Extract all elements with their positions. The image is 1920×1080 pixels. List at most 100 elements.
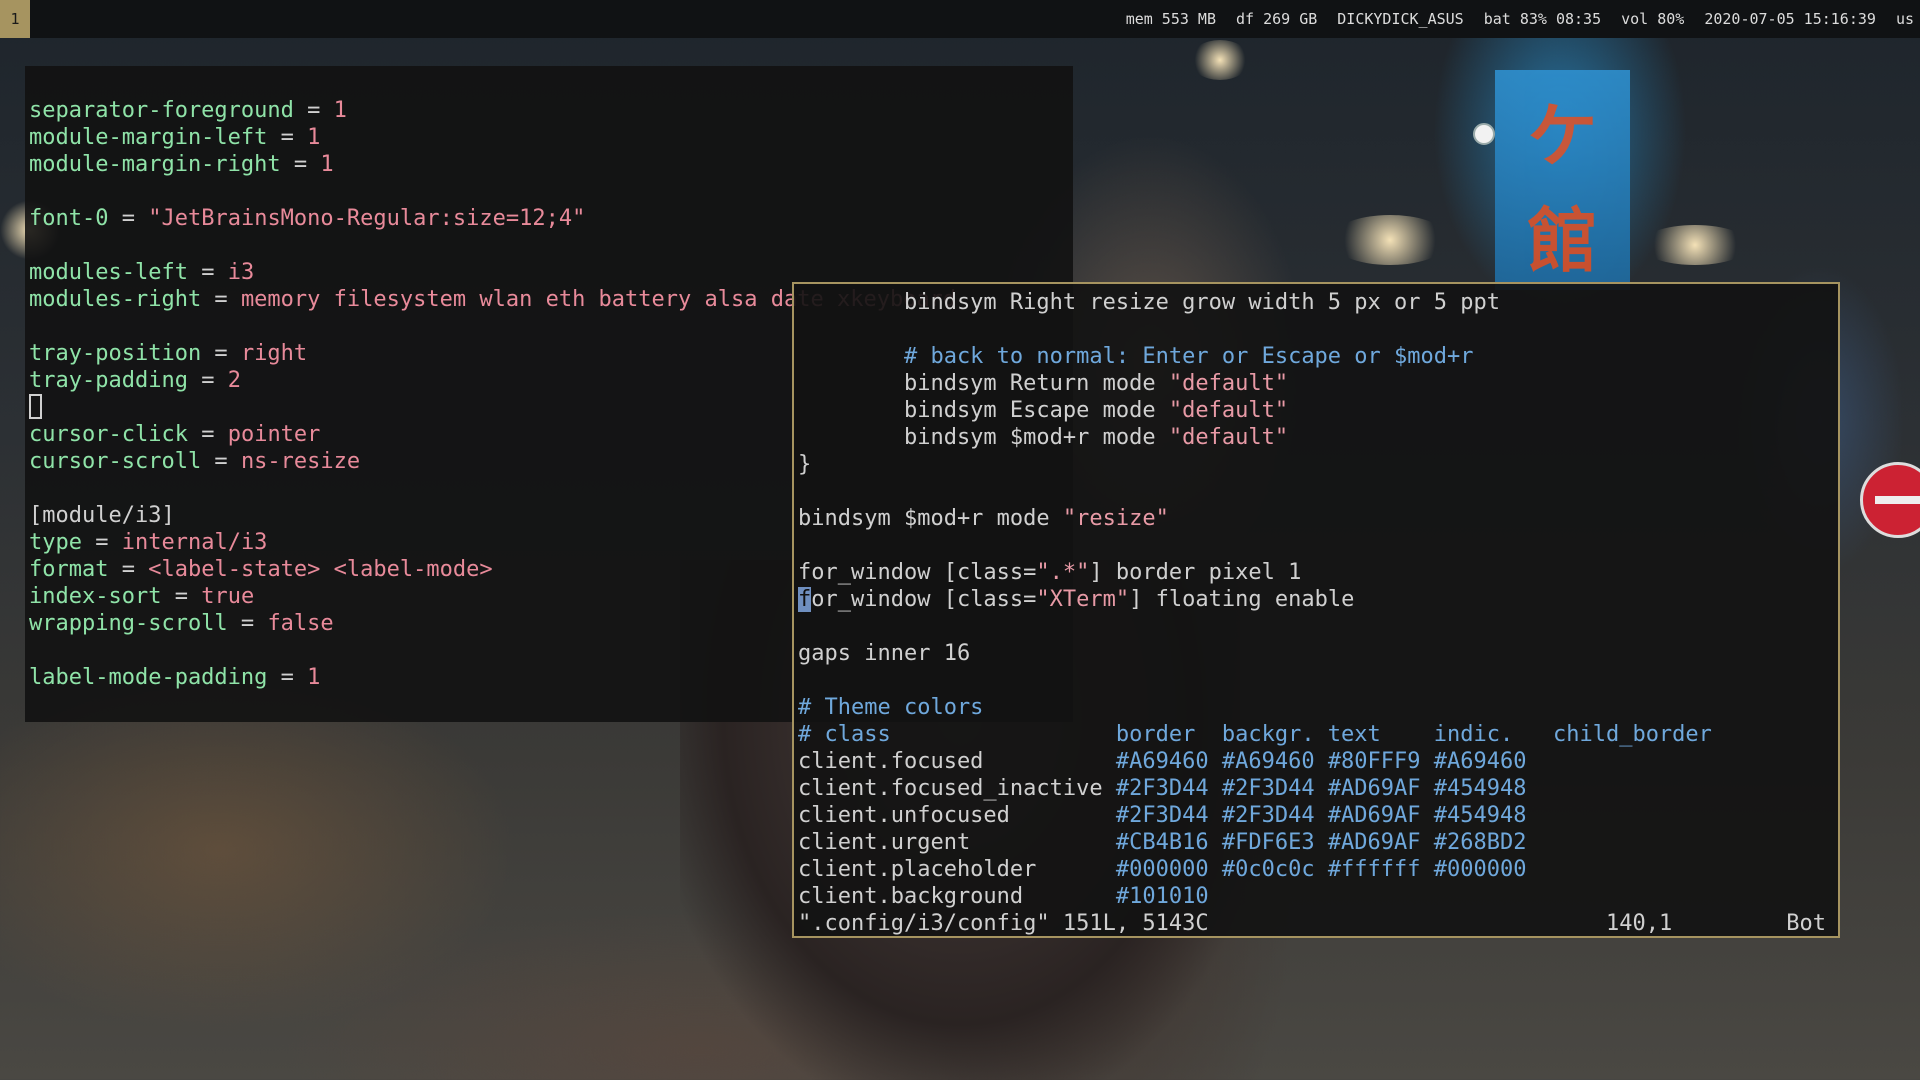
config-equals: = [201,341,241,366]
config-value: false [267,611,334,636]
code-text: bindsym $mod+r mode [798,506,1063,531]
config-value: true [201,584,255,609]
config-key: format [29,557,109,582]
workspace-button-1[interactable]: 1 [0,0,30,38]
code-line: client.background #101010 [798,883,1838,910]
color-values: #2F3D44 #2F3D44 #AD69AF #454948 [1115,803,1527,828]
code-line: } [798,451,1838,478]
code-line: module-margin-left = 1 [29,124,1073,151]
wallpaper-light [1330,215,1450,265]
config-value: 1 [333,98,347,123]
wallpaper-light [1190,40,1250,80]
code-line: for_window [class=".*"] border pixel 1 [798,559,1838,586]
config-value: 2 [227,368,241,393]
config-equals: = [187,368,228,393]
config-value: i3 [227,260,255,285]
code-line: client.focused #A69460 #A69460 #80FFF9 #… [798,748,1838,775]
code-string: "XTerm" [1036,587,1130,612]
vim-buffer[interactable]: bindsym Right resize grow width 5 px or … [798,289,1838,910]
config-equals: = [293,98,334,123]
vim-file-info: ".config/i3/config" 151L, 5143C [798,911,1209,936]
code-text: bindsym Escape mode [798,398,1169,423]
config-equals: = [108,206,149,231]
status-module: 2020-07-05 15:16:39 [1704,10,1876,28]
code-text: for_window [class= [798,560,1037,585]
code-string: "default" [1168,425,1289,450]
code-line: gaps inner 16 [798,640,1838,667]
code-text: client.focused_inactive [798,776,1116,801]
code-text: client.placeholder [798,857,1116,882]
code-comment: # class border backgr. text indic. child… [798,722,1712,747]
code-line: bindsym Right resize grow width 5 px or … [798,289,1838,316]
code-text: ] floating enable [1129,587,1355,612]
status-module: df 269 GB [1236,10,1318,28]
config-key: wrapping-scroll [29,611,228,636]
config-value: ns-resize [240,449,361,474]
code-text: client.background [798,884,1116,909]
config-key: tray-position [29,341,202,366]
code-string: "default" [1168,371,1289,396]
vim-scroll-indicator: Bot [1786,911,1826,936]
color-values: #000000 #0c0c0c #ffffff #000000 [1115,857,1527,882]
config-equals: = [227,611,268,636]
code-text: gaps inner 16 [798,641,971,666]
color-values: #2F3D44 #2F3D44 #AD69AF #454948 [1115,776,1527,801]
config-value: "JetBrainsMono-Regular:size=12;4" [148,206,586,231]
terminal-window-i3-config[interactable]: bindsym Right resize grow width 5 px or … [792,282,1840,938]
config-equals: = [201,449,241,474]
config-key: font-0 [29,206,109,231]
color-values: #101010 [1115,884,1209,909]
code-line: # Theme colors [798,694,1838,721]
code-string: "default" [1168,398,1289,423]
sign-char-2: 館 [1527,200,1598,282]
status-bar: 1 mem 553 MB df 269 GB DICKYDICK_ASUS bat 8… [0,0,1920,38]
code-line: client.focused_inactive #2F3D44 #2F3D44 … [798,775,1838,802]
config-key: modules-right [29,287,202,312]
code-comment: # back to normal: Enter or Escape or $mo… [798,344,1474,369]
code-line: bindsym Escape mode "default" [798,397,1838,424]
color-values: #A69460 #A69460 #80FFF9 #A69460 [1115,749,1527,774]
code-line: client.placeholder #000000 #0c0c0c #ffff… [798,856,1838,883]
config-equals: = [187,422,228,447]
config-value: pointer [227,422,321,447]
config-equals: = [280,152,321,177]
config-equals: = [267,125,308,150]
no-entry-sign-icon [1860,462,1920,538]
text-cursor: f [798,587,812,612]
wallpaper-moon [1473,123,1495,145]
code-text: bindsym $mod+r mode [798,425,1169,450]
vim-cursor-position: 140,1 [1606,911,1673,936]
config-value: 1 [320,152,334,177]
vim-status-line: ".config/i3/config" 151L, 5143C 140,1 Bo… [798,910,1838,937]
code-line: separator-foreground = 1 [29,97,1073,124]
wallpaper-sign: ケ 館 [1495,70,1630,290]
config-key: tray-padding [29,368,188,393]
config-key: cursor-click [29,422,188,447]
code-text: bindsym Right resize grow width 5 px or … [798,290,1500,315]
config-value: 1 [307,665,321,690]
code-text: ] border pixel 1 [1089,560,1302,585]
config-key: type [29,530,82,555]
config-equals: = [81,530,122,555]
code-line: bindsym $mod+r mode "default" [798,424,1838,451]
code-comment: # Theme colors [798,695,984,720]
config-equals: = [267,665,308,690]
status-module: vol 80% [1621,10,1685,28]
config-value: 1 [307,125,321,150]
code-text: } [798,452,812,477]
status-module: mem 553 MB [1125,10,1216,28]
code-line: client.unfocused #2F3D44 #2F3D44 #AD69AF… [798,802,1838,829]
code-line: font-0 = "JetBrainsMono-Regular:size=12;… [29,205,1073,232]
config-key: index-sort [29,584,162,609]
code-line: module-margin-right = 1 [29,151,1073,178]
code-string: ".*" [1036,560,1090,585]
wallpaper-light [1640,225,1750,265]
code-line: bindsym $mod+r mode "resize" [798,505,1838,532]
status-module: us [1895,10,1914,28]
